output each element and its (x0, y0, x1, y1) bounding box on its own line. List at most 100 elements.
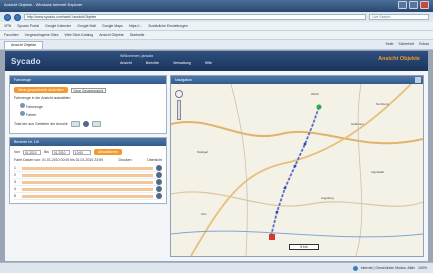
map-label: Worth (311, 92, 319, 96)
browser-tab[interactable]: Ansicht Objekte (4, 41, 44, 49)
map-label: Ulm (201, 212, 207, 216)
address-row: http://www.sycado.com/web/?ansichtObjekt… (0, 12, 433, 22)
security-zone: Internet | Geschützter Modus: Aktiv (360, 266, 416, 270)
stop-icon[interactable] (91, 121, 101, 127)
pan-icon[interactable] (175, 90, 183, 98)
view-select[interactable]: Neue Gesamtansicht (70, 87, 107, 93)
print-link[interactable]: Drucken (119, 158, 132, 162)
map-canvas[interactable]: Worth Stuttgart Ulm Heilbronn Augsburg I… (171, 84, 423, 256)
page-title: Ansicht Objekte (378, 56, 420, 62)
window-title: Ansicht Objekte - Windows Internet Explo… (4, 2, 83, 7)
close-icon[interactable] (415, 77, 421, 83)
route-point[interactable] (283, 186, 287, 190)
table-row[interactable]: 2 (14, 172, 162, 179)
report-header: Fahrt Datum von: 01.01.2010 00:00 bis 31… (14, 158, 103, 162)
route-point[interactable] (293, 164, 297, 168)
link-item[interactable]: Google Kalender (45, 24, 71, 28)
tab-bar: Ansicht Objekte (0, 40, 433, 50)
links-bar: VPN Sycado Portal Google Kalender Google… (0, 22, 433, 31)
welcome-text: Willkommen, jansala (120, 54, 153, 58)
zoom-level[interactable]: 100% (418, 266, 427, 270)
map-label: Ingolstadt (371, 170, 385, 174)
tree-item-drivers[interactable]: Fahrer (20, 111, 162, 117)
start-marker[interactable] (316, 104, 322, 110)
vehicles-panel: Fahrzeuge Neue gespeicherte Ansichten Ne… (9, 75, 167, 134)
window-controls (398, 1, 429, 9)
detail-icon[interactable] (156, 186, 162, 192)
favorites-item[interactable]: Favoriten (4, 33, 19, 37)
favorites-item[interactable]: Vorgeschlagene Sites (25, 33, 59, 37)
favorites-item[interactable]: Startseite (130, 33, 145, 37)
table-row[interactable]: 4 (14, 186, 162, 193)
map-label: Nürnberg (376, 102, 389, 106)
link-item[interactable]: Google Maps (102, 24, 123, 28)
vehicles-panel-title: Fahrzeuge (10, 76, 166, 84)
refresh-button[interactable]: Aktualisieren (93, 149, 122, 155)
browser-search-input[interactable]: Live Search (369, 14, 429, 20)
zoom-control (175, 90, 183, 130)
table-row[interactable]: 1 (14, 165, 162, 172)
close-icon[interactable] (420, 1, 429, 9)
map-scale: 5 km (289, 244, 319, 250)
left-column: Fahrzeuge Neue gespeicherte Ansichten Ne… (9, 75, 167, 257)
favorites-item[interactable]: Web Slice-Katalog (64, 33, 93, 37)
from-date-input[interactable]: 01.2010 (23, 149, 42, 155)
nav-verwaltung[interactable]: Verwaltung (173, 61, 191, 65)
detail-icon[interactable] (156, 165, 162, 171)
favorites-item[interactable]: Ansicht Objekte (99, 33, 124, 37)
map-panel-title: Navigation (171, 76, 423, 84)
command-page[interactable]: Seite (386, 42, 394, 46)
detail-icon[interactable] (156, 172, 162, 178)
command-tools[interactable]: Extras (419, 42, 429, 46)
table-row[interactable]: 5 (14, 193, 162, 200)
back-icon[interactable] (4, 13, 11, 21)
forward-icon[interactable] (14, 13, 21, 21)
favorites-bar: Favoriten Vorgeschlagene Sites Web Slice… (0, 31, 433, 40)
map-label: Augsburg (321, 196, 334, 200)
detail-icon[interactable] (156, 193, 162, 199)
route-point[interactable] (275, 210, 279, 214)
report-panel-title: Berichte Nr. 1/5 (10, 138, 166, 146)
from-label: Von (14, 150, 21, 154)
saved-views-button[interactable]: Neue gespeicherte Ansichten (14, 87, 68, 93)
overview-link[interactable]: Übersicht (147, 158, 162, 162)
zoom-slider[interactable] (177, 100, 181, 120)
nav-hilfe[interactable]: Hilfe (205, 61, 212, 65)
link-item[interactable]: https://... (129, 24, 142, 28)
maximize-icon[interactable] (409, 1, 418, 9)
nav-ansicht[interactable]: Ansicht (120, 61, 132, 65)
route-point[interactable] (303, 142, 307, 146)
link-item[interactable]: Google Mail (77, 24, 96, 28)
status-bar: Internet | Geschützter Modus: Aktiv 100% (0, 262, 433, 273)
map-panel: Navigation Worth Stuttgart Ulm Heilbronn… (170, 75, 424, 257)
play-icon[interactable] (70, 121, 80, 127)
record-icon[interactable] (82, 121, 89, 127)
tree-item-vehicles[interactable]: Fahrzeuge (20, 103, 162, 109)
map-svg[interactable] (171, 84, 423, 256)
address-bar[interactable]: http://www.sycado.com/web/?ansichtObjekt… (24, 14, 366, 20)
command-bar: Seite Sicherheit Extras (386, 42, 429, 46)
map-background (171, 84, 423, 256)
link-item[interactable]: VPN (4, 24, 11, 28)
table-row[interactable]: 3 (14, 179, 162, 186)
summary-text: Total der aus Gebieten der Ansicht (14, 122, 68, 126)
end-marker[interactable] (269, 234, 275, 240)
globe-icon (352, 265, 358, 271)
site-logo[interactable]: Sycado (11, 57, 41, 66)
link-item[interactable]: Sycado Portal (17, 24, 39, 28)
report-panel: Berichte Nr. 1/5 Von 01.2010 Bis 01.2010… (9, 137, 167, 204)
expand-icon[interactable] (20, 103, 25, 108)
detail-icon[interactable] (156, 179, 162, 185)
time-input[interactable]: 10:00 (72, 149, 91, 155)
site-header: Sycado Willkommen, jansala Ansicht Beric… (5, 51, 428, 71)
site-navigation: Ansicht Berichte Verwaltung Hilfe (120, 61, 212, 65)
nav-berichte[interactable]: Berichte (146, 61, 159, 65)
web-page: Sycado Willkommen, jansala Ansicht Beric… (5, 51, 428, 261)
to-label: Bis (44, 150, 49, 154)
to-date-input[interactable]: 01.2010 (51, 149, 70, 155)
filter-label: Fahrzeuge in der Ansicht auswählen (14, 96, 71, 100)
link-item[interactable]: Zusätzliche Einstellungen (148, 24, 188, 28)
minimize-icon[interactable] (398, 1, 407, 9)
command-security[interactable]: Sicherheit (399, 42, 415, 46)
expand-icon[interactable] (20, 111, 25, 116)
